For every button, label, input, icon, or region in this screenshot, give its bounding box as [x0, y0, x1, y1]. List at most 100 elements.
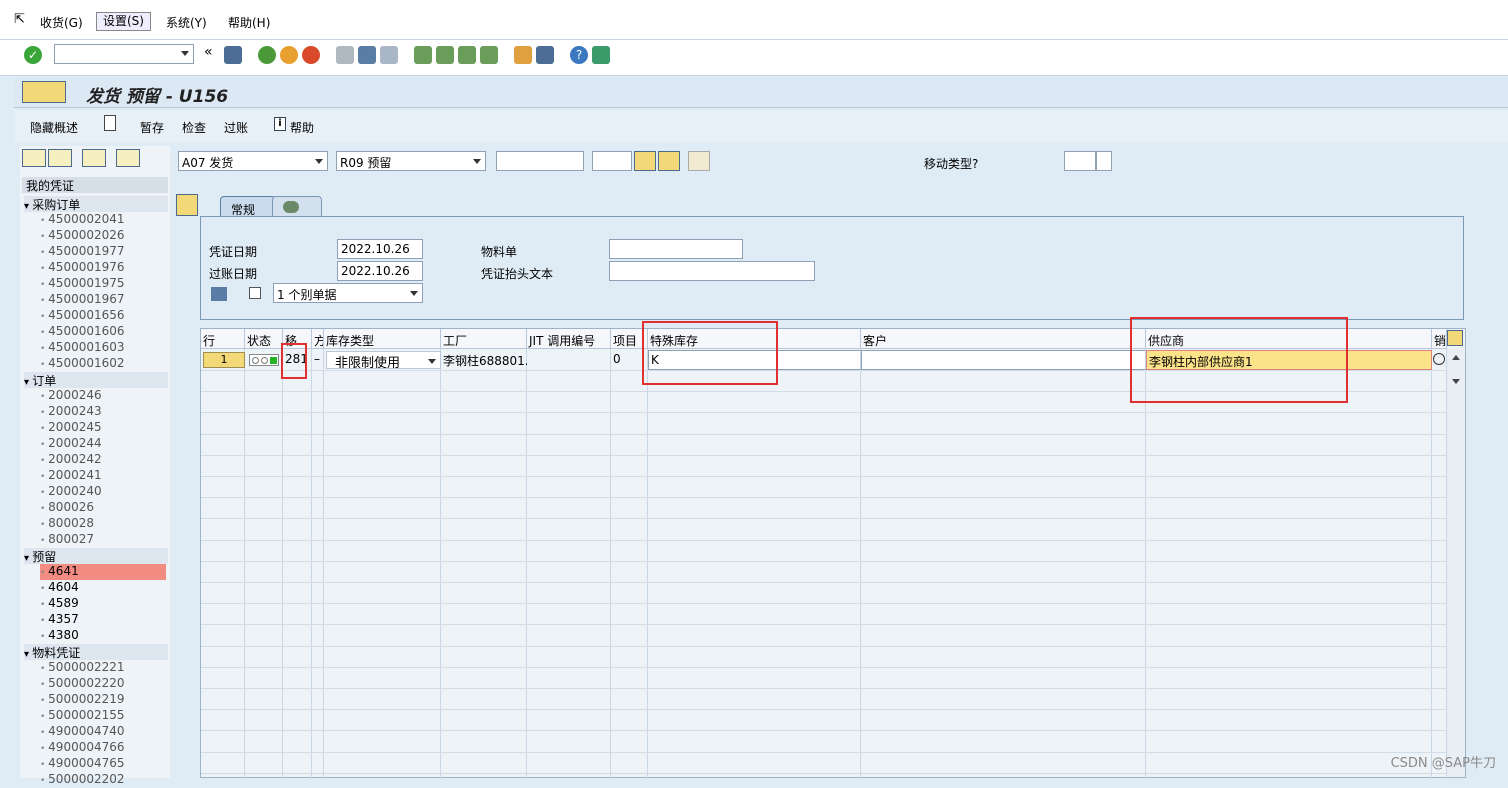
- enter-icon[interactable]: ✓: [24, 46, 42, 64]
- menu-goods-receipt[interactable]: 收货(G): [40, 14, 83, 31]
- tree-item[interactable]: • 5000002221: [40, 660, 160, 676]
- hold-button[interactable]: 暂存: [140, 119, 164, 136]
- expand-icon[interactable]: ▾: [24, 649, 32, 660]
- tree-item[interactable]: • 4500002041: [40, 212, 160, 228]
- check-button[interactable]: 检查: [182, 119, 206, 136]
- reference-item-field[interactable]: [592, 151, 632, 171]
- tree-item[interactable]: • 4500001606: [40, 324, 160, 340]
- tree-item[interactable]: • 2000245: [40, 420, 160, 436]
- cell-jit[interactable]: [527, 350, 611, 369]
- help-button[interactable]: 帮助: [290, 119, 314, 136]
- scroll-down-icon[interactable]: [1452, 379, 1460, 384]
- new-document-icon[interactable]: [104, 115, 116, 131]
- reference-select[interactable]: R09 预留: [336, 151, 486, 171]
- tree-item[interactable]: • 2000242: [40, 452, 160, 468]
- column-header[interactable]: JIT 调用编号: [527, 329, 611, 349]
- menu-system[interactable]: 系统(Y): [166, 14, 207, 31]
- movement-type-field[interactable]: [1064, 151, 1096, 171]
- tree-item[interactable]: • 800027: [40, 532, 160, 548]
- menu-icon[interactable]: ⇱: [14, 12, 25, 27]
- column-header[interactable]: 库存类型: [324, 329, 441, 349]
- info-icon[interactable]: i: [274, 117, 286, 131]
- tree-item[interactable]: • 2000244: [40, 436, 160, 452]
- tree-folder[interactable]: ▾ 采购订单: [24, 196, 168, 212]
- column-header[interactable]: 行: [201, 329, 245, 349]
- column-header[interactable]: 客户: [861, 329, 1146, 349]
- tree-item[interactable]: • 4500001967: [40, 292, 160, 308]
- action-select[interactable]: A07 发货: [178, 151, 328, 171]
- back-icon[interactable]: [258, 46, 276, 64]
- tree-item[interactable]: • 5000002219: [40, 692, 160, 708]
- help-icon[interactable]: ?: [570, 46, 588, 64]
- last-page-icon[interactable]: [480, 46, 498, 64]
- tree-item[interactable]: • 4500001602: [40, 356, 160, 372]
- tab-general[interactable]: 常规: [220, 196, 276, 218]
- cell-stock-type[interactable]: 非限制使用: [326, 351, 441, 369]
- find-next-icon[interactable]: [380, 46, 398, 64]
- tree-item[interactable]: • 5000002155: [40, 708, 160, 724]
- header-toggle-icon[interactable]: [176, 194, 198, 216]
- tree-item[interactable]: • 4357: [40, 612, 160, 628]
- search-help-icon[interactable]: [1433, 353, 1445, 365]
- post-button[interactable]: 过账: [224, 119, 248, 136]
- tree-item[interactable]: • 4380: [40, 628, 160, 644]
- header-text-field[interactable]: [609, 261, 815, 281]
- command-field[interactable]: [54, 44, 194, 64]
- tree-item[interactable]: • 5000002220: [40, 676, 160, 692]
- tree-item[interactable]: • 2000241: [40, 468, 160, 484]
- tree-folder[interactable]: ▾ 预留: [24, 548, 168, 564]
- tree-item[interactable]: • 4589: [40, 596, 160, 612]
- shortcut-icon[interactable]: [536, 46, 554, 64]
- tree-item[interactable]: • 4604: [40, 580, 160, 596]
- print-icon[interactable]: [211, 287, 227, 301]
- tree-item[interactable]: • 2000246: [40, 388, 160, 404]
- print-checkbox[interactable]: [249, 287, 261, 299]
- tree-item[interactable]: • 2000240: [40, 484, 160, 500]
- close-icon[interactable]: [116, 149, 140, 167]
- column-header[interactable]: 工厂: [441, 329, 527, 349]
- cancel-icon[interactable]: [302, 46, 320, 64]
- vertical-scrollbar[interactable]: [1447, 349, 1465, 777]
- first-page-icon[interactable]: [414, 46, 432, 64]
- column-header[interactable]: 销: [1432, 329, 1447, 349]
- table-settings-icon[interactable]: [688, 151, 710, 171]
- tree-item[interactable]: • 800026: [40, 500, 160, 516]
- movement-type-ext-field[interactable]: [1096, 151, 1112, 171]
- tree-item[interactable]: • 4900004740: [40, 724, 160, 740]
- doc-date-field[interactable]: 2022.10.26: [337, 239, 423, 259]
- find-icon[interactable]: [358, 46, 376, 64]
- transaction-menu-button[interactable]: [22, 81, 66, 103]
- tree-item[interactable]: • 4500001977: [40, 244, 160, 260]
- expand-icon[interactable]: ▾: [24, 201, 32, 212]
- column-header[interactable]: 方: [312, 329, 324, 349]
- collapse-icon[interactable]: «: [204, 44, 213, 60]
- next-page-icon[interactable]: [458, 46, 476, 64]
- cell-plant[interactable]: 李钢柱688801...: [441, 350, 527, 369]
- tab-partner[interactable]: [272, 196, 322, 218]
- hide-overview-button[interactable]: 隐藏概述: [30, 119, 78, 136]
- column-header[interactable]: 状态: [245, 329, 283, 349]
- tree-item[interactable]: • 4500001603: [40, 340, 160, 356]
- expand-icon[interactable]: ▾: [24, 377, 32, 388]
- execute-icon[interactable]: [634, 151, 656, 171]
- cell-customer[interactable]: [861, 350, 1146, 370]
- tree-item[interactable]: • 800028: [40, 516, 160, 532]
- tree-folder[interactable]: ▾ 订单: [24, 372, 168, 388]
- scroll-up-icon[interactable]: [1452, 355, 1460, 360]
- save-icon[interactable]: [224, 46, 242, 64]
- tree-item[interactable]: • 5000002202: [40, 772, 160, 788]
- tree-item[interactable]: • 4900004766: [40, 740, 160, 756]
- post-date-field[interactable]: 2022.10.26: [337, 261, 423, 281]
- slip-select[interactable]: 1 个别单据: [273, 283, 423, 303]
- column-config-icon[interactable]: [1447, 330, 1463, 346]
- tree-item[interactable]: • 4500001656: [40, 308, 160, 324]
- find-icon[interactable]: [658, 151, 680, 171]
- tree-item[interactable]: • 4500001975: [40, 276, 160, 292]
- tree-folder[interactable]: ▾ 物料凭证: [24, 644, 168, 660]
- tree-item[interactable]: • 4641: [40, 564, 166, 580]
- tree-item[interactable]: • 4500001976: [40, 260, 160, 276]
- collapse-all-icon[interactable]: [48, 149, 72, 167]
- bol-field[interactable]: [609, 239, 743, 259]
- tree-item[interactable]: • 2000243: [40, 404, 160, 420]
- delete-icon[interactable]: [82, 149, 106, 167]
